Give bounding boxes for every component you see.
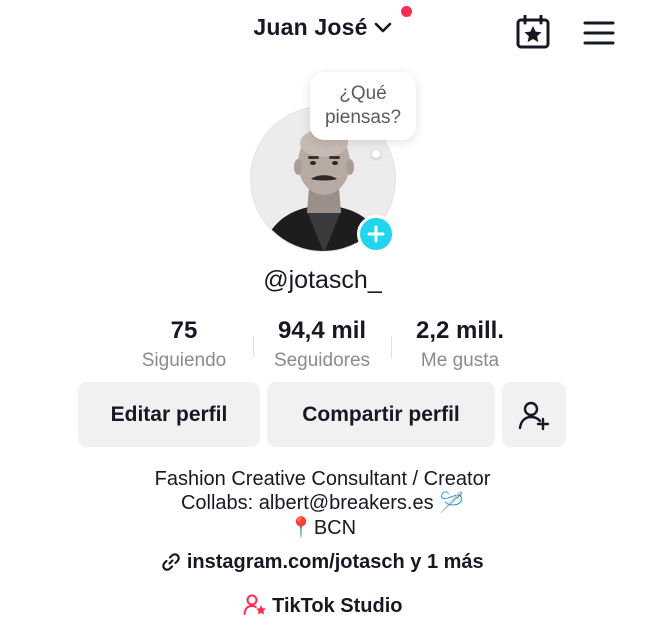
bio-line-3: 📍BCN — [0, 516, 645, 540]
bubble-tail — [372, 150, 380, 158]
hamburger-menu-icon[interactable] — [583, 20, 615, 46]
tiktok-studio-link[interactable]: TikTok Studio — [0, 594, 645, 622]
likes-label: Me gusta — [420, 350, 500, 371]
followers-label: Seguidores — [273, 350, 371, 371]
link-suffix: y 1 más — [410, 551, 484, 573]
bio-location: BCN — [313, 517, 357, 539]
studio-label: TikTok Studio — [272, 595, 403, 617]
add-friend-icon — [518, 401, 550, 430]
profile-link[interactable]: instagram.com/jotasch y 1 más — [0, 551, 645, 578]
calendar-star-icon[interactable] — [515, 14, 551, 49]
stat-divider — [253, 336, 254, 358]
stat-divider — [391, 336, 392, 358]
username-title: Juan José — [253, 14, 368, 40]
likes-count: 2,2 mill. — [415, 317, 505, 344]
share-profile-button[interactable]: Compartir perfil — [267, 382, 495, 447]
bio-line-1: Fashion Creative Consultant / Creator — [154, 468, 491, 490]
needle-emoji: 🪡 — [439, 492, 465, 514]
profile-handle: @jotasch_ — [263, 266, 382, 294]
link-text: instagram.com/jotasch — [186, 551, 405, 573]
stat-likes[interactable]: 2,2 mill. Me gusta — [395, 316, 525, 374]
add-story-button[interactable] — [357, 215, 395, 253]
link-icon — [161, 552, 181, 578]
edit-profile-button[interactable]: Editar perfil — [78, 382, 260, 447]
following-label: Siguiendo — [141, 350, 227, 371]
stat-followers[interactable]: 94,4 mil Seguidores — [257, 316, 387, 374]
pin-emoji: 📍 — [288, 517, 314, 539]
add-friend-button[interactable] — [502, 382, 566, 447]
studio-icon — [243, 594, 267, 622]
bubble-text: ¿Qué piensas? — [324, 83, 402, 128]
following-count: 75 — [170, 317, 198, 344]
bio-collabs: Collabs: albert@breakers.es — [180, 492, 434, 514]
stat-following[interactable]: 75 Siguiendo — [119, 316, 249, 374]
followers-count: 94,4 mil — [277, 317, 367, 344]
account-switcher[interactable]: Juan José — [253, 6, 412, 41]
notification-dot — [400, 6, 412, 17]
chevron-down-icon — [374, 21, 392, 35]
thought-bubble[interactable]: ¿Qué piensas? — [310, 72, 416, 140]
plus-icon — [367, 225, 385, 243]
bio-line-2: Collabs: albert@breakers.es 🪡 — [0, 491, 645, 515]
